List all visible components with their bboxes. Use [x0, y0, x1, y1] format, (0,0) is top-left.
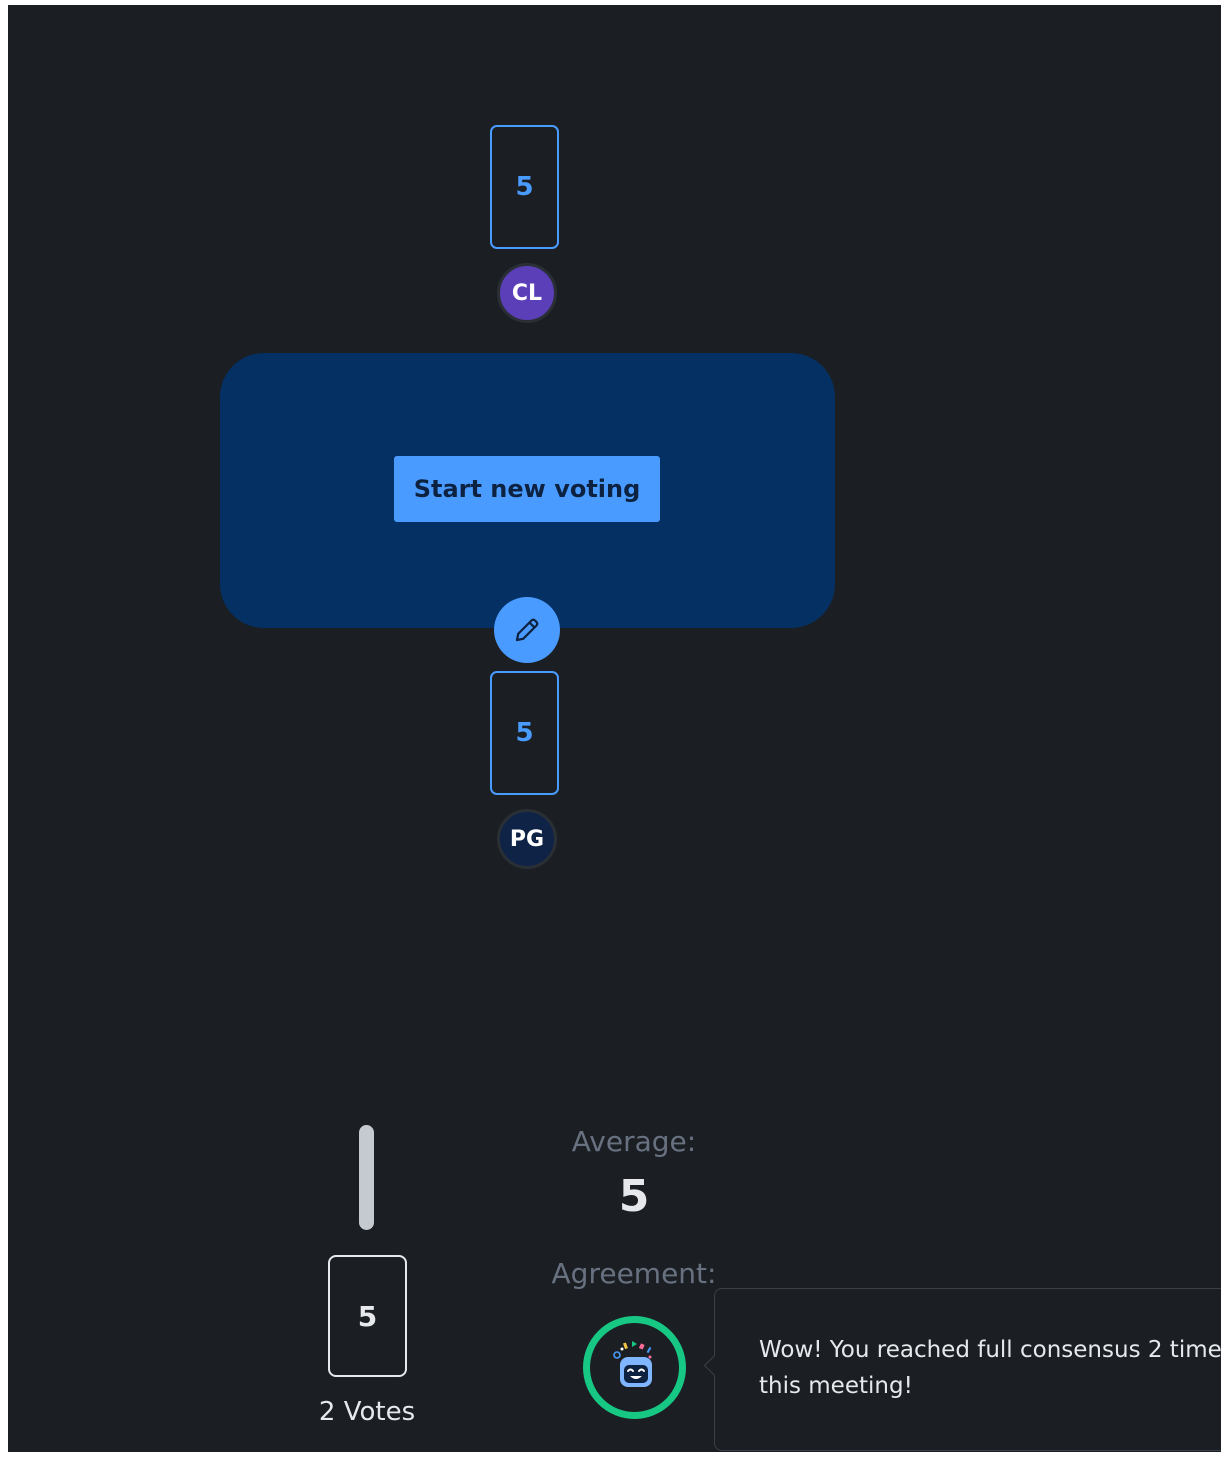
- consensus-tooltip: Wow! You reached full consensus 2 times …: [714, 1288, 1221, 1451]
- estimation-board: 5 CL Start new voting 5 PG 5 2 Votes Ave…: [8, 5, 1221, 1452]
- average-value: 5: [618, 1171, 650, 1222]
- avatar-pg[interactable]: PG: [497, 809, 557, 869]
- card-value: 5: [515, 718, 534, 748]
- agreement-indicator[interactable]: [583, 1316, 686, 1419]
- player-card-pg: 5: [490, 671, 559, 795]
- average-label: Average:: [571, 1125, 697, 1158]
- result-card: 5: [328, 1255, 407, 1377]
- votes-count: 2 Votes: [318, 1397, 416, 1427]
- vote-distribution-bar: [359, 1125, 374, 1230]
- player-card-cl: 5: [490, 125, 559, 249]
- avatar-initials: PG: [509, 826, 545, 852]
- pencil-icon: [515, 618, 539, 642]
- edit-badge[interactable]: [494, 597, 560, 663]
- avatar-cl[interactable]: CL: [497, 263, 557, 323]
- celebrating-robot-icon: [612, 1340, 652, 1387]
- consensus-message: Wow! You reached full consensus 2 times …: [759, 1337, 1221, 1399]
- card-value: 5: [515, 172, 534, 202]
- result-card-value: 5: [357, 1299, 378, 1333]
- avatar-initials: CL: [511, 280, 543, 306]
- agreement-label: Agreement:: [551, 1257, 717, 1290]
- start-new-voting-button[interactable]: Start new voting: [394, 456, 660, 522]
